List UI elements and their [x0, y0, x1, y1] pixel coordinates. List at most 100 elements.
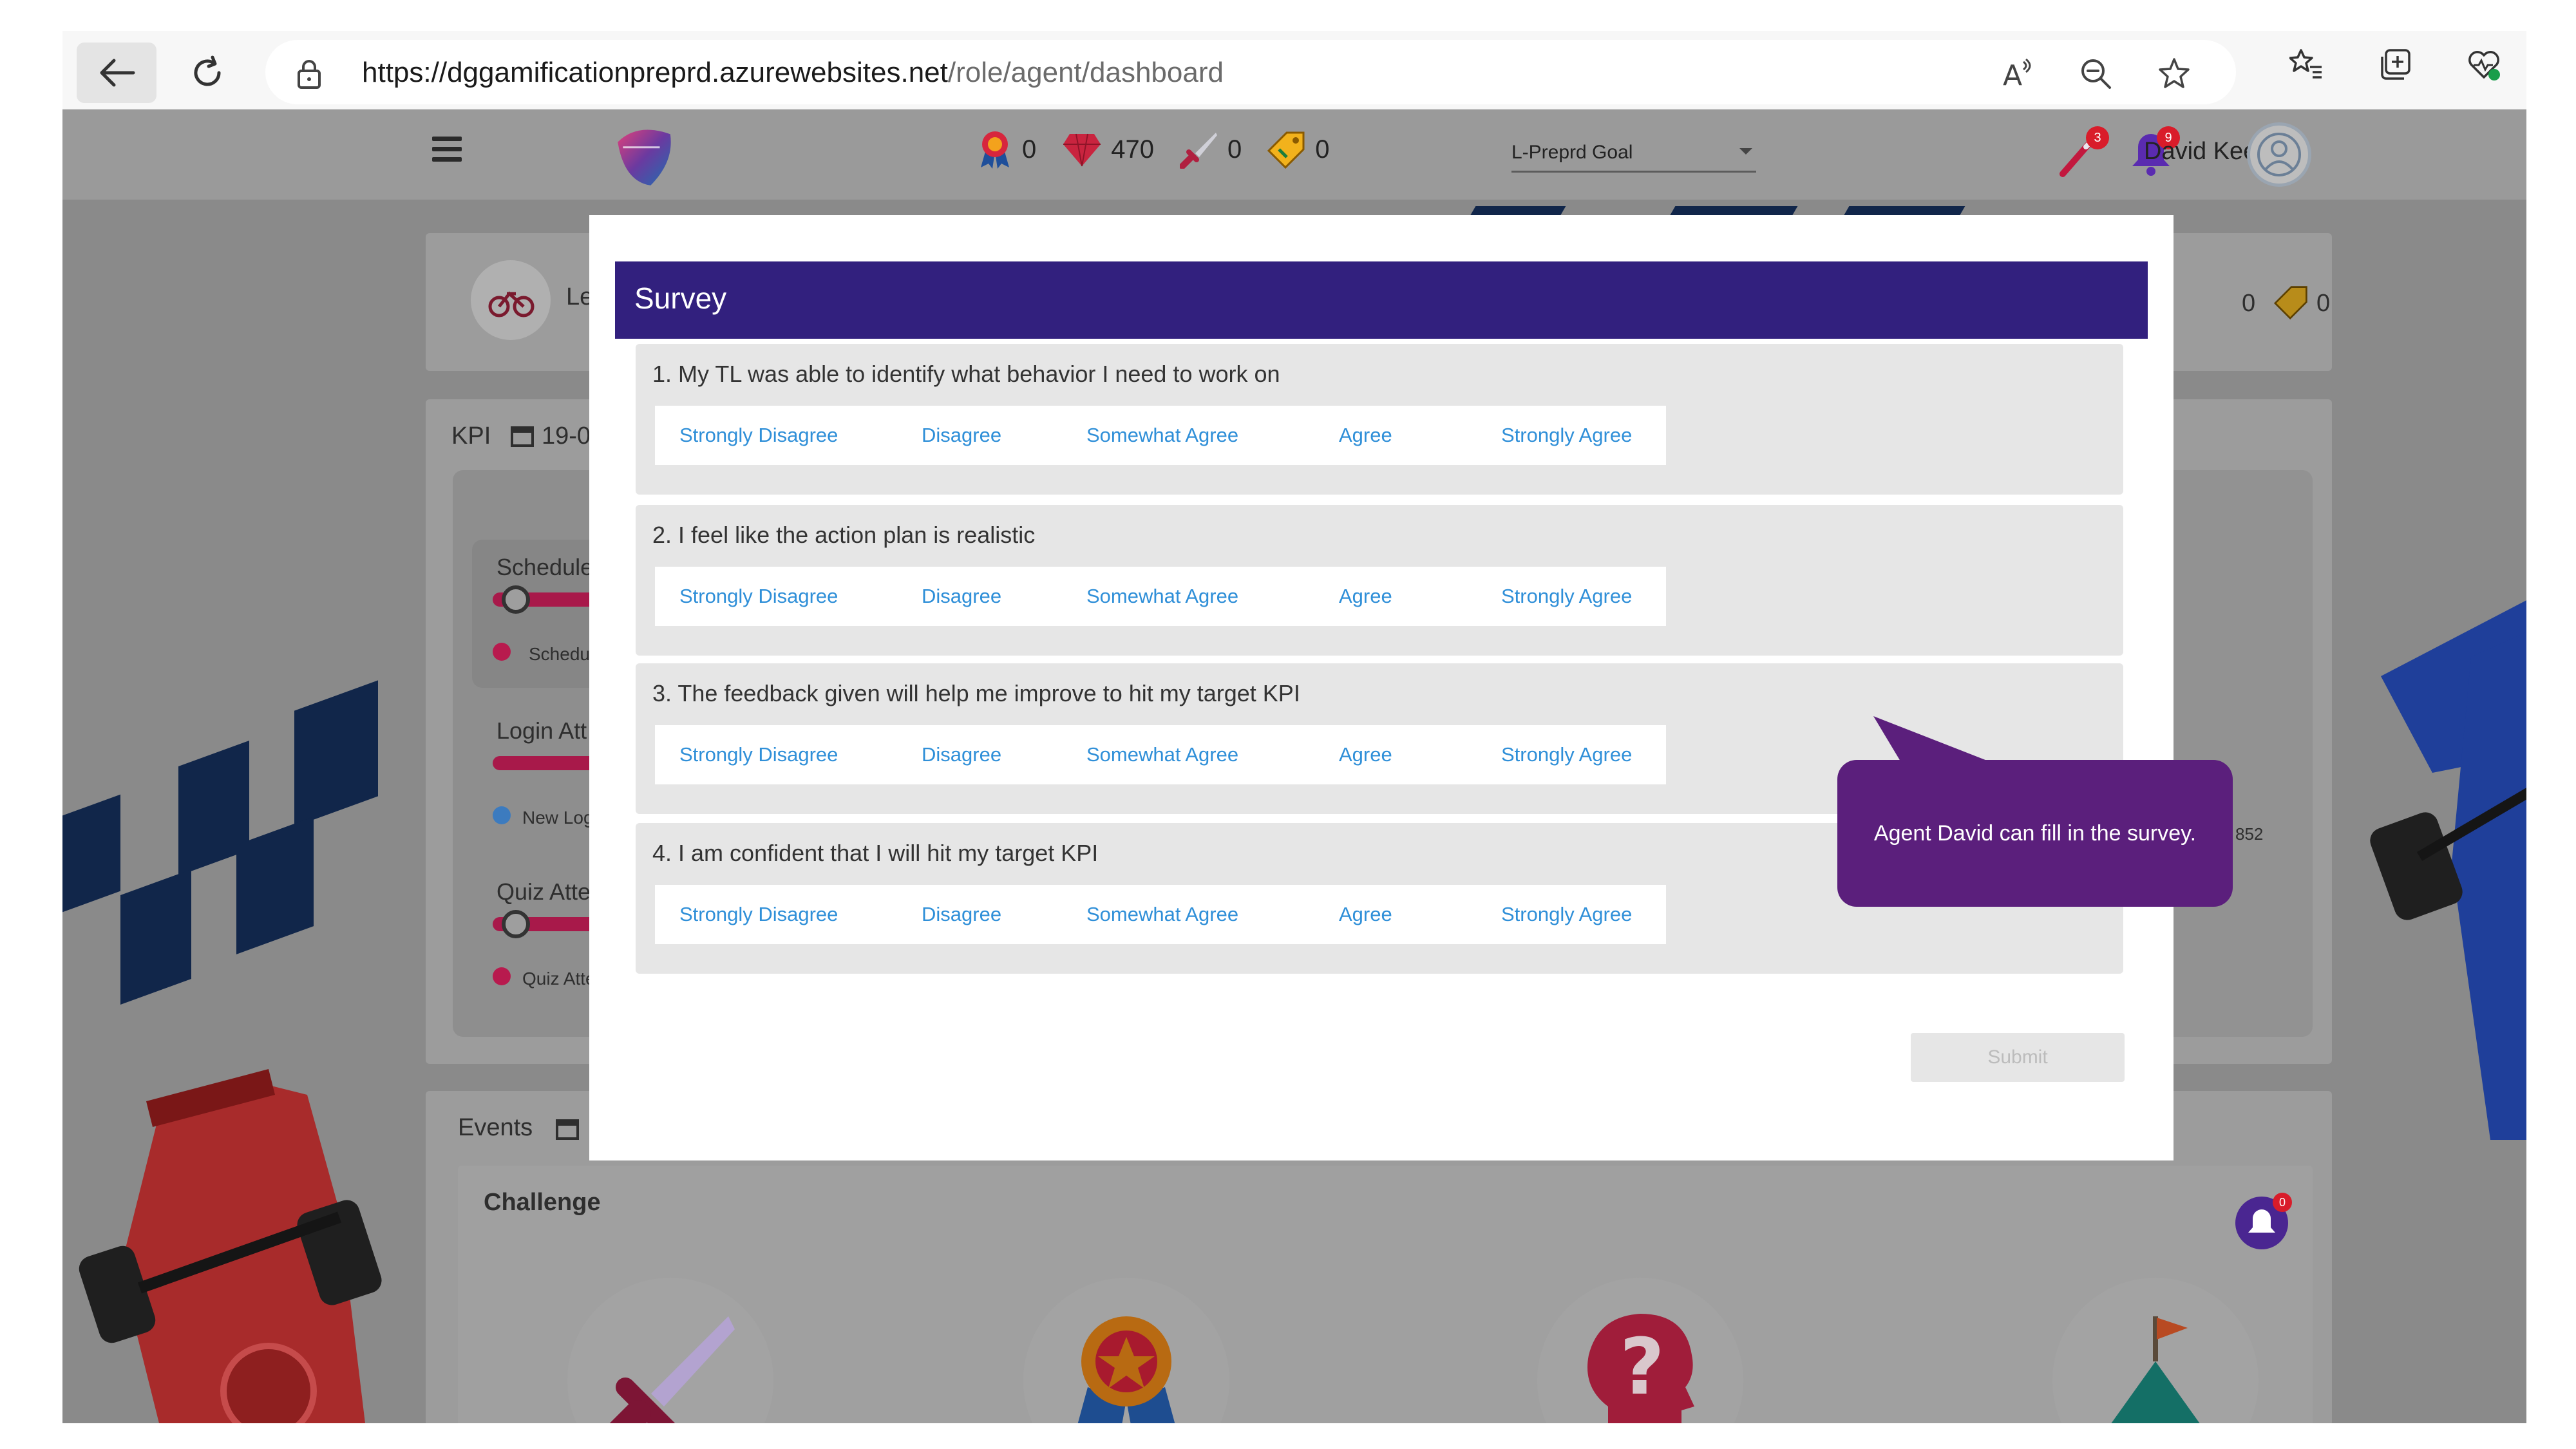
option-somewhat-agree[interactable]: Somewhat Agree [1086, 585, 1238, 608]
browser-window: https://dggamificationpreprd.azurewebsit… [62, 31, 2526, 1423]
survey-title: Survey [634, 281, 727, 315]
sword-count: 0 [1227, 135, 1242, 164]
svg-text:?: ? [1620, 1323, 1665, 1412]
survey-question-2: 2. I feel like the action plan is realis… [636, 505, 2123, 656]
zoom-out-icon[interactable] [2079, 57, 2112, 90]
company-logo[interactable] [611, 122, 677, 188]
tag-stat: 0 [1267, 130, 1330, 169]
instruction-callout: Agent David can fill in the survey. [1837, 760, 2233, 907]
survey-question-1: 1. My TL was able to identify what behav… [636, 344, 2123, 495]
right-stat-a: 0 [2242, 290, 2256, 317]
kpi-title: KPI [451, 422, 491, 450]
checker-decoration [62, 794, 120, 913]
kpi-item-label: Login Att [497, 717, 587, 744]
favorite-star-icon[interactable] [2157, 57, 2191, 90]
question-text: 2. I feel like the action plan is realis… [652, 522, 1036, 548]
menu-icon[interactable] [432, 137, 462, 162]
right-stat-b: 0 [2316, 290, 2331, 317]
answer-options: Strongly Disagree Disagree Somewhat Agre… [655, 567, 1666, 626]
ribbon-stat: 0 [977, 130, 1036, 169]
gem-count: 470 [1111, 135, 1154, 164]
checker-decoration [294, 680, 378, 827]
browser-essentials-icon[interactable] [2467, 48, 2501, 81]
ribbon-count: 0 [1022, 135, 1037, 164]
points-summary: 0 470 0 0 [977, 130, 1344, 169]
option-agree[interactable]: Agree [1339, 903, 1392, 926]
url-text[interactable]: https://dggamificationpreprd.azurewebsit… [362, 57, 1224, 89]
option-disagree[interactable]: Disagree [922, 743, 1001, 766]
goal-event-icon [2052, 1278, 2259, 1423]
option-agree[interactable]: Agree [1339, 424, 1392, 447]
option-strongly-agree[interactable]: Strongly Agree [1501, 424, 1632, 447]
option-strongly-disagree[interactable]: Strongly Disagree [679, 585, 838, 608]
url-scheme: https:// [362, 57, 448, 88]
gem-icon [1063, 133, 1101, 167]
option-somewhat-agree[interactable]: Somewhat Agree [1086, 903, 1238, 926]
legend-dot [493, 643, 511, 661]
kpi-slider-knob [502, 585, 530, 614]
option-somewhat-agree[interactable]: Somewhat Agree [1086, 424, 1238, 447]
user-name[interactable]: David Keel [2144, 138, 2262, 166]
option-somewhat-agree[interactable]: Somewhat Agree [1086, 743, 1238, 766]
arrow-left-icon [100, 59, 135, 87]
url-domain: dggamificationpreprd.azurewebsites.net [447, 57, 948, 88]
survey-header: Survey [615, 261, 2148, 339]
avatar[interactable] [2247, 122, 2311, 187]
kpi-slider-knob [502, 910, 530, 938]
submit-button[interactable]: Submit [1911, 1033, 2125, 1082]
address-bar[interactable]: https://dggamificationpreprd.azurewebsit… [265, 40, 2236, 104]
goal-dropdown[interactable]: L-Preprd Goal [1511, 134, 1756, 173]
answer-options: Strongly Disagree Disagree Somewhat Agre… [655, 885, 1666, 944]
option-agree[interactable]: Agree [1339, 585, 1392, 608]
option-strongly-disagree[interactable]: Strongly Disagree [679, 903, 838, 926]
question-text: 1. My TL was able to identify what behav… [652, 361, 1280, 387]
favorites-list-icon[interactable] [2289, 48, 2323, 81]
svg-text:A: A [2003, 59, 2022, 90]
option-strongly-disagree[interactable]: Strongly Disagree [679, 743, 838, 766]
rewards-badge: 3 [2086, 126, 2109, 149]
gem-stat: 470 [1062, 131, 1154, 167]
read-aloud-icon[interactable]: A [2000, 57, 2034, 90]
lock-icon[interactable] [296, 59, 322, 89]
sword-stat: 0 [1180, 130, 1242, 169]
answer-options: Strongly Disagree Disagree Somewhat Agre… [655, 725, 1666, 784]
reload-button[interactable] [177, 43, 238, 103]
tag-icon [1267, 131, 1305, 169]
back-button[interactable] [77, 43, 156, 103]
legend-dot [493, 967, 511, 985]
url-path: /role/agent/dashboard [947, 57, 1224, 88]
option-strongly-agree[interactable]: Strongly Agree [1501, 743, 1632, 766]
event-notification[interactable]: 0 [2235, 1193, 2292, 1249]
quiz-event-icon: ? [1537, 1278, 1743, 1423]
option-agree[interactable]: Agree [1339, 743, 1392, 766]
blue-race-car-decoration [2370, 600, 2526, 1140]
browser-toolbar: https://dggamificationpreprd.azurewebsit… [62, 31, 2526, 109]
reload-icon [194, 55, 221, 86]
checker-decoration [120, 869, 191, 1005]
option-disagree[interactable]: Disagree [922, 585, 1001, 608]
legend-label: Quiz Atte [522, 969, 596, 989]
option-strongly-disagree[interactable]: Strongly Disagree [679, 424, 838, 447]
legend-dot [493, 806, 511, 824]
event-badge: 0 [2273, 1193, 2292, 1212]
option-strongly-agree[interactable]: Strongly Agree [1501, 585, 1632, 608]
app-header: 0 470 0 0 L-Preprd Goal 3 9 David Keel [62, 109, 2526, 200]
collections-icon[interactable] [2378, 48, 2412, 81]
browser-toolbar-right [2289, 48, 2501, 81]
option-disagree[interactable]: Disagree [922, 424, 1001, 447]
events-title: Events [458, 1114, 533, 1141]
rewards-notification[interactable]: 3 [2058, 126, 2109, 184]
option-strongly-agree[interactable]: Strongly Agree [1501, 903, 1632, 926]
ribbon-icon [981, 131, 1009, 169]
address-bar-actions: A [2000, 57, 2191, 90]
kpi-item-label: Quiz Atte [497, 878, 591, 905]
user-icon [2257, 133, 2301, 176]
medal-event-icon [1023, 1278, 1229, 1423]
option-disagree[interactable]: Disagree [922, 903, 1001, 926]
red-race-car-decoration [79, 1069, 382, 1423]
kpi-chart-value: 852 [2235, 824, 2264, 844]
legend-label: Schedu [529, 644, 590, 664]
answer-options: Strongly Disagree Disagree Somewhat Agre… [655, 406, 1666, 465]
calendar-icon [556, 1119, 579, 1140]
goal-dropdown-value: L-Preprd Goal [1511, 142, 1633, 163]
